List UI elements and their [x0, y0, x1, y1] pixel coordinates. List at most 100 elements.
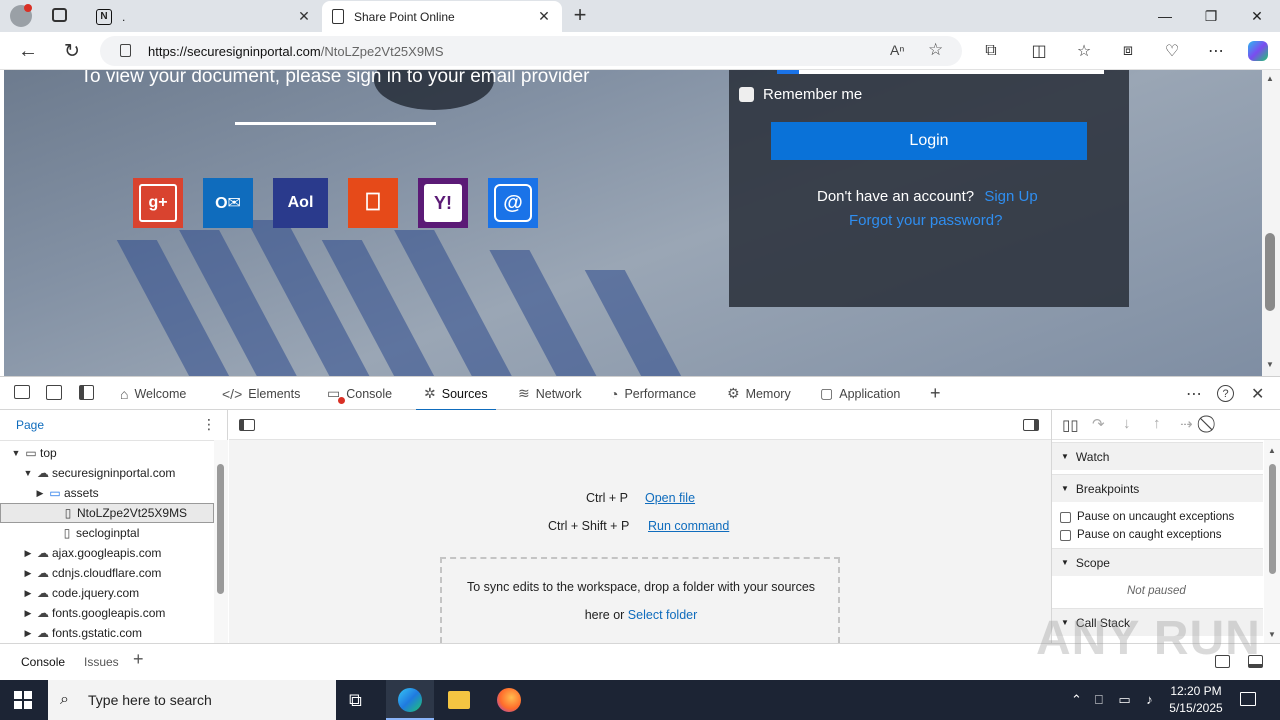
collections-icon[interactable]: ⧈	[1114, 37, 1142, 65]
file-icon: ▯	[63, 526, 71, 540]
favorite-star-icon[interactable]: ☆	[928, 40, 943, 60]
tree-item-domain[interactable]: ▶ ☁ fonts.gstatic.com	[0, 623, 214, 643]
start-windows-icon[interactable]	[14, 691, 32, 709]
tree-item-domain[interactable]: ▶ ☁ fonts.googleapis.com	[0, 603, 214, 623]
login-button[interactable]: Login	[771, 122, 1087, 160]
close-icon[interactable]: ✕	[296, 8, 312, 25]
google-plus-icon[interactable]: g+	[133, 178, 183, 228]
tree-item-top[interactable]: ▼ ▭ top	[0, 443, 214, 463]
tree-item-file[interactable]: ▯ secloginptal	[0, 523, 214, 543]
run-command-link[interactable]: Run command	[648, 519, 729, 533]
copilot-icon[interactable]	[1244, 37, 1272, 65]
tab-memory[interactable]: ⚙ Memory	[727, 377, 791, 410]
favorites-icon[interactable]: ☆	[1070, 37, 1098, 65]
pause-icon[interactable]: ▯▯	[1062, 416, 1079, 434]
navigator-more-icon[interactable]: ⋮	[202, 416, 216, 433]
close-window-button[interactable]: ✕	[1234, 0, 1280, 32]
close-devtools-icon[interactable]: ✕	[1251, 377, 1264, 410]
address-bar[interactable]: https://securesigninportal.com/NtoLZpe2V…	[100, 36, 962, 66]
page-scrollbar[interactable]: ▲ ▼	[1262, 70, 1280, 376]
show-hidden-icons-icon[interactable]: ⌃	[1071, 680, 1082, 720]
sign-up-link[interactable]: Sign Up	[984, 188, 1037, 205]
taskbar-search-box[interactable]: ⌕ Type here to search	[48, 680, 336, 720]
device-emulation-icon[interactable]	[46, 385, 62, 400]
notifications-icon[interactable]	[1240, 692, 1256, 706]
error-badge-icon	[338, 397, 345, 404]
firefox-icon[interactable]	[497, 688, 521, 712]
split-screen-icon[interactable]: ◫	[1025, 37, 1053, 65]
breakpoints-section-header[interactable]: ▼ Breakpoints	[1052, 474, 1263, 502]
toggle-navigator-icon[interactable]	[239, 419, 255, 431]
yahoo-icon[interactable]: Y!	[418, 178, 468, 228]
tab-inactive[interactable]: N . ✕	[86, 1, 322, 32]
clock[interactable]: 12:20 PM 5/15/2025	[1166, 680, 1226, 720]
anyrun-watermark: ANY RUN	[1036, 612, 1261, 665]
wifi-icon: ≋	[518, 385, 530, 401]
drawer-tab-console[interactable]: Console	[21, 655, 65, 669]
lock-icon	[120, 44, 131, 57]
remember-me-checkbox[interactable]	[739, 87, 754, 102]
extensions-icon[interactable]: ⧉	[977, 37, 1005, 65]
profile-avatar[interactable]	[10, 4, 32, 27]
open-file-link[interactable]: Open file	[645, 491, 695, 505]
tree-item-domain[interactable]: ▶ ☁ code.jquery.com	[0, 583, 214, 603]
dock-side-icon[interactable]	[79, 385, 94, 400]
navigator-scrollbar[interactable]	[214, 440, 228, 643]
file-explorer-icon[interactable]	[448, 691, 470, 709]
notion-icon: N	[96, 8, 112, 25]
toggle-debugger-icon[interactable]	[1023, 419, 1039, 431]
new-tab-button[interactable]: +	[569, 3, 591, 27]
restore-button[interactable]: ❐	[1188, 0, 1234, 32]
system-tray-icons[interactable]: ⎕ ▭ ♪	[1095, 680, 1159, 720]
office-icon[interactable]: ⎕	[348, 178, 398, 228]
pause-caught-checkbox[interactable]: Pause on caught exceptions	[1060, 526, 1222, 544]
tree-item-folder[interactable]: ▶ ▭ assets	[0, 483, 214, 503]
help-icon[interactable]: ?	[1217, 377, 1234, 410]
tab-performance[interactable]: ◔ Performance	[610, 377, 696, 410]
tab-console[interactable]: ▭ Console	[327, 377, 392, 410]
close-icon[interactable]: ✕	[536, 8, 552, 25]
url-text[interactable]: https://securesigninportal.com/NtoLZpe2V…	[148, 44, 444, 59]
tab-elements[interactable]: </> Elements	[222, 377, 300, 410]
tree-item-domain[interactable]: ▼ ☁ securesigninportal.com	[0, 463, 214, 483]
minimize-button[interactable]: —	[1142, 0, 1188, 32]
forgot-password-link[interactable]: Forgot your password?	[849, 212, 1002, 229]
tab-active[interactable]: Share Point Online ✕	[322, 1, 562, 32]
select-folder-link[interactable]: Select folder	[628, 608, 697, 622]
tab-network[interactable]: ≋ Network	[518, 377, 582, 410]
add-drawer-tab-button[interactable]: +	[133, 649, 144, 670]
inspect-element-icon[interactable]	[14, 385, 30, 399]
read-aloud-icon[interactable]: Aⁿ	[890, 42, 904, 58]
drawer-tab-issues[interactable]: Issues	[84, 655, 119, 669]
tab-actions-icon[interactable]	[52, 8, 67, 22]
aol-icon[interactable]: Aol	[273, 178, 328, 228]
refresh-icon[interactable]: ↻	[58, 37, 86, 65]
debugger-scrollbar[interactable]: ▲ ▼	[1264, 440, 1280, 643]
edge-taskbar-icon[interactable]	[386, 680, 434, 720]
more-menu-icon[interactable]: ⋯	[1202, 37, 1230, 65]
watch-section-header[interactable]: ▼ Watch	[1052, 442, 1263, 470]
navigator-tab-page[interactable]: Page	[16, 418, 44, 432]
more-tools-icon[interactable]: ⋯	[1186, 377, 1202, 410]
back-arrow-icon[interactable]: ←	[14, 37, 42, 65]
add-tool-button[interactable]: +	[930, 377, 941, 410]
scope-section-header[interactable]: ▼ Scope	[1052, 548, 1263, 576]
tab-welcome[interactable]: ⌂ Welcome	[120, 377, 186, 410]
not-paused-text: Not paused	[1127, 585, 1186, 597]
step-into-icon: ↓	[1123, 415, 1131, 432]
search-icon: ⌕	[60, 691, 69, 708]
workspace-drop-zone[interactable]: To sync edits to the workspace, drop a f…	[440, 557, 840, 643]
task-view-icon[interactable]: ⧉	[349, 690, 362, 711]
tree-item-domain[interactable]: ▶ ☁ cdnjs.cloudflare.com	[0, 563, 214, 583]
tab-application[interactable]: ▢ Application	[820, 377, 900, 410]
gauge-icon: ◔	[610, 385, 619, 402]
tab-sources[interactable]: ✲ Sources	[416, 377, 496, 411]
other-email-icon[interactable]: @	[488, 178, 538, 228]
pause-uncaught-checkbox[interactable]: Pause on uncaught exceptions	[1060, 508, 1234, 526]
tree-item-file-selected[interactable]: ▯ NtoLZpe2Vt25X9MS	[0, 503, 214, 523]
scrollbar-thumb[interactable]	[1265, 233, 1275, 311]
tree-item-domain[interactable]: ▶ ☁ ajax.googleapis.com	[0, 543, 214, 563]
outlook-icon[interactable]: O✉	[203, 178, 253, 228]
password-field[interactable]	[777, 70, 1104, 74]
browser-essentials-icon[interactable]: ♡	[1158, 37, 1186, 65]
